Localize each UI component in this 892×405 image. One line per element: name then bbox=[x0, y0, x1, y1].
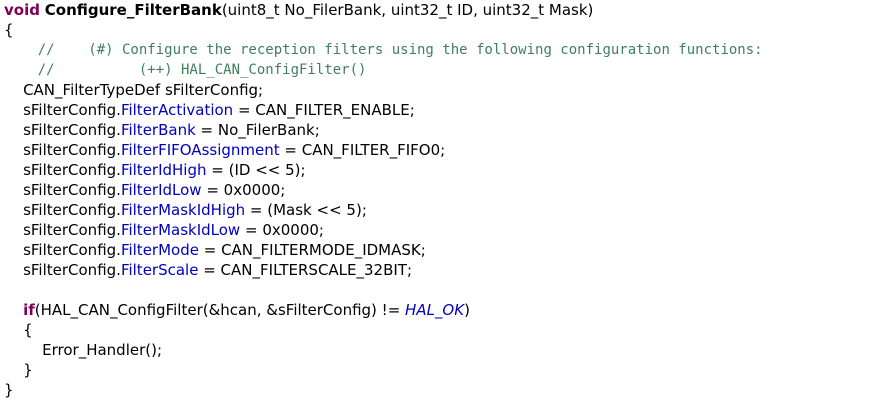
code-line: sFilterConfig.FilterBank = No_FilerBank; bbox=[4, 120, 320, 140]
assignment: = 0x0000; bbox=[240, 221, 324, 239]
struct-field: FilterMaskIdLow bbox=[120, 221, 241, 239]
assignment: = CAN_FILTER_FIFO0; bbox=[279, 141, 446, 159]
assignment: = No_FilerBank; bbox=[195, 121, 320, 139]
function-params: (uint8_t No_FilerBank, uint32_t ID, uint… bbox=[221, 1, 594, 19]
keyword-if: if bbox=[23, 301, 35, 319]
struct-field: FilterScale bbox=[120, 261, 199, 279]
code-line: void Configure_FilterBank(uint8_t No_Fil… bbox=[4, 0, 593, 20]
code-line: sFilterConfig.FilterScale = CAN_FILTERSC… bbox=[4, 260, 412, 280]
assignment: = CAN_FILTERSCALE_32BIT; bbox=[198, 261, 413, 279]
assignment: = CAN_FILTERMODE_IDMASK; bbox=[198, 241, 426, 259]
code-line: sFilterConfig.FilterMaskIdHigh = (Mask <… bbox=[4, 200, 367, 220]
code-line: { bbox=[4, 21, 14, 39]
constant-hal-ok: HAL_OK bbox=[405, 301, 465, 319]
struct-field: FilterActivation bbox=[120, 101, 234, 119]
code-line: sFilterConfig.FilterMaskIdLow = 0x0000; bbox=[4, 220, 324, 240]
code-line: sFilterConfig.FilterIdLow = 0x0000; bbox=[4, 180, 285, 200]
assignment: = 0x0000; bbox=[201, 181, 286, 199]
object-ref: sFilterConfig. bbox=[4, 241, 121, 259]
keyword-void: void bbox=[4, 1, 40, 19]
code-line: if(HAL_CAN_ConfigFilter(&hcan, &sFilterC… bbox=[4, 300, 470, 320]
code-line: sFilterConfig.FilterIdHigh = (ID << 5); bbox=[4, 160, 306, 180]
object-ref: sFilterConfig. bbox=[4, 181, 121, 199]
assignment: = CAN_FILTER_ENABLE; bbox=[233, 101, 415, 119]
code-line: sFilterConfig.FilterActivation = CAN_FIL… bbox=[4, 100, 415, 120]
struct-field: FilterFIFOAssignment bbox=[120, 141, 280, 159]
code-line: CAN_FilterTypeDef sFilterConfig; bbox=[4, 81, 264, 99]
function-name: Configure_FilterBank bbox=[44, 1, 222, 19]
struct-field: FilterMode bbox=[120, 241, 199, 259]
object-ref: sFilterConfig. bbox=[4, 261, 121, 279]
code-line: } bbox=[4, 361, 33, 379]
condition: (HAL_CAN_ConfigFilter(&hcan, &sFilterCon… bbox=[34, 301, 406, 319]
object-ref: sFilterConfig. bbox=[4, 141, 121, 159]
code-line: Error_Handler(); bbox=[4, 341, 163, 359]
object-ref: sFilterConfig. bbox=[4, 101, 121, 119]
object-ref: sFilterConfig. bbox=[4, 221, 121, 239]
code-line: sFilterConfig.FilterFIFOAssignment = CAN… bbox=[4, 140, 445, 160]
assignment: = (Mask << 5); bbox=[245, 201, 367, 219]
paren-close: ) bbox=[464, 301, 470, 319]
struct-field: FilterBank bbox=[120, 121, 196, 139]
object-ref: sFilterConfig. bbox=[4, 201, 121, 219]
comment-line: // (#) Configure the reception filters u… bbox=[4, 42, 763, 58]
struct-field: FilterIdLow bbox=[120, 181, 202, 199]
assignment: = (ID << 5); bbox=[206, 161, 306, 179]
object-ref: sFilterConfig. bbox=[4, 161, 121, 179]
object-ref: sFilterConfig. bbox=[4, 121, 121, 139]
comment-line: // (++) HAL_CAN_ConfigFilter() bbox=[4, 62, 367, 78]
code-line: { bbox=[4, 321, 33, 339]
struct-field: FilterMaskIdHigh bbox=[120, 201, 246, 219]
code-line: sFilterConfig.FilterMode = CAN_FILTERMOD… bbox=[4, 240, 426, 260]
code-line: } bbox=[4, 381, 14, 399]
code-editor[interactable]: void Configure_FilterBank(uint8_t No_Fil… bbox=[0, 0, 892, 405]
struct-field: FilterIdHigh bbox=[120, 161, 207, 179]
